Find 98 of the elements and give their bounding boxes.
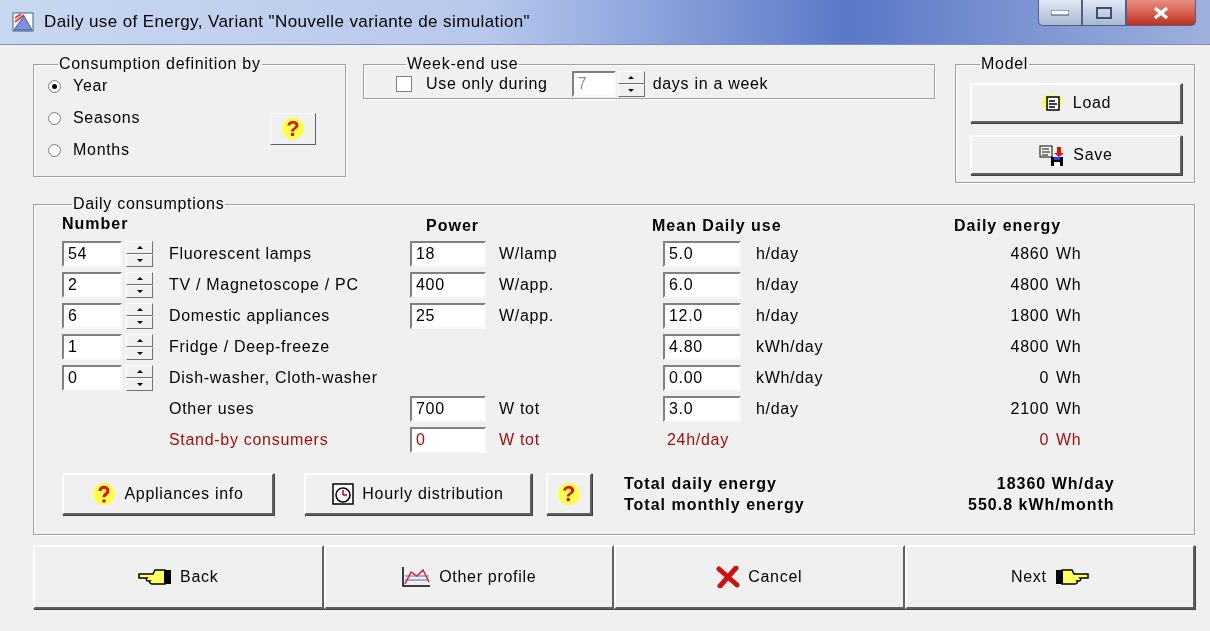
- column-header: Number: [62, 215, 129, 233]
- total-value: 550.8 kWh/month: [968, 495, 1115, 515]
- column-header: Mean Daily use: [652, 216, 782, 235]
- maximize-icon: [1096, 6, 1112, 19]
- hourly-button[interactable]: Hourly distribution: [304, 473, 532, 515]
- load-button[interactable]: Load: [970, 83, 1182, 123]
- unit-label: Wh: [1055, 245, 1083, 263]
- appliance-label: Fluorescent lamps: [169, 245, 313, 263]
- usage-field[interactable]: 6.0: [663, 272, 741, 298]
- spinner-control[interactable]: [126, 303, 153, 329]
- unit-label: Wh: [1055, 276, 1083, 294]
- number-field[interactable]: 6: [62, 303, 122, 329]
- group-label: Consumption definition by: [58, 55, 262, 73]
- unit-label: h/day: [756, 307, 800, 325]
- energy-value: 2100: [1009, 400, 1049, 418]
- power-field[interactable]: 400: [410, 272, 486, 298]
- appliance-label: Other uses: [169, 400, 256, 418]
- column-header: Daily energy: [954, 216, 1062, 235]
- appliance-label: TV / Magnetoscope / PC: [169, 276, 360, 294]
- total-value: 18360 Wh/day: [995, 474, 1115, 494]
- next-button[interactable]: Next: [904, 545, 1195, 609]
- usage-field[interactable]: 0.00: [663, 365, 741, 391]
- cancel-button[interactable]: Cancel: [614, 545, 905, 609]
- unit-label: kWh/day: [756, 369, 825, 387]
- energy-value: 1800: [1009, 307, 1049, 325]
- minimize-button[interactable]: [1038, 0, 1082, 26]
- power-field[interactable]: 0: [410, 427, 486, 453]
- group-label: Daily consumptions: [72, 195, 226, 213]
- usage-field[interactable]: 3.0: [663, 396, 741, 422]
- power-field[interactable]: 18: [410, 241, 486, 267]
- maximize-button[interactable]: [1082, 0, 1126, 26]
- spinner-control[interactable]: [617, 70, 645, 97]
- minimize-icon: [1051, 9, 1069, 16]
- clock-icon: [332, 483, 355, 505]
- power-field[interactable]: 700: [410, 396, 486, 422]
- unit-label: W/app.: [499, 276, 555, 294]
- total-label: Total monthly energy: [624, 495, 806, 515]
- appliance-label: Stand-by consumers: [169, 431, 330, 449]
- chart-icon: [401, 566, 432, 588]
- radio-option[interactable]: Seasons: [48, 109, 248, 127]
- spinner-control[interactable]: [126, 272, 153, 298]
- unit-label: Wh: [1055, 431, 1083, 449]
- appliance-label: Domestic appliances: [169, 307, 331, 325]
- number-field[interactable]: 2: [62, 272, 122, 298]
- usage-field[interactable]: 4.80: [663, 334, 741, 360]
- energy-value: 4860: [1009, 245, 1049, 263]
- unit-label: h/day: [756, 276, 800, 294]
- back-button[interactable]: Back: [33, 545, 324, 609]
- close-button[interactable]: [1126, 0, 1196, 26]
- radio-option[interactable]: Months: [48, 141, 248, 159]
- close-icon: [1152, 5, 1170, 20]
- hand-pointing-left-icon: [138, 568, 173, 586]
- radio-option[interactable]: Year: [48, 77, 248, 95]
- energy-value: 4800: [1009, 338, 1049, 356]
- info-button[interactable]: Appliances info: [62, 473, 274, 515]
- energy-value: 0: [1038, 369, 1049, 387]
- question-icon: [92, 482, 117, 506]
- unit-label: W/app.: [499, 307, 555, 325]
- unit-label: h/day: [756, 245, 800, 263]
- cross-icon: [716, 566, 741, 588]
- number-field[interactable]: 54: [62, 241, 122, 267]
- spinner-control[interactable]: [126, 241, 153, 267]
- group-label: Week-end use: [406, 55, 520, 73]
- group-label: Model: [980, 55, 1030, 73]
- number-field[interactable]: 0: [62, 365, 122, 391]
- document-disk-icon: [1039, 144, 1066, 166]
- unit-label: W tot: [499, 431, 541, 449]
- column-header: Power: [426, 216, 479, 235]
- field-label: days in a week: [652, 74, 769, 93]
- unit-label: Wh: [1055, 338, 1083, 356]
- energy-value: 4800: [1009, 276, 1049, 294]
- save-button[interactable]: Save: [970, 135, 1182, 175]
- usage-field[interactable]: 12.0: [663, 303, 741, 329]
- total-label: Total daily energy: [624, 474, 778, 494]
- app-icon: [12, 12, 34, 32]
- unit-label: W tot: [499, 400, 541, 418]
- unit-label: kWh/day: [756, 338, 825, 356]
- document-icon: [1040, 92, 1065, 114]
- unit-label: Wh: [1055, 369, 1083, 387]
- unit-label: Wh: [1055, 307, 1083, 325]
- spinner-control[interactable]: [126, 365, 153, 391]
- window-title: Daily use of Energy, Variant "Nouvelle variante de simulation": [44, 12, 531, 32]
- help-button[interactable]: ?: [270, 113, 316, 145]
- unit-label: W/lamp: [499, 245, 559, 263]
- appliance-label: Fridge / Deep-freeze: [169, 338, 331, 356]
- energy-value: 0: [1038, 431, 1049, 449]
- usage-field[interactable]: 5.0: [663, 241, 741, 267]
- number-field[interactable]: 1: [62, 334, 122, 360]
- power-field[interactable]: 25: [410, 303, 486, 329]
- checkbox[interactable]: Use only during: [396, 74, 548, 93]
- unit-label: h/day: [756, 400, 800, 418]
- usage-label: 24h/day: [666, 431, 730, 449]
- unit-label: Wh: [1055, 400, 1083, 418]
- hand-pointing-right-icon: [1054, 568, 1089, 586]
- help-button[interactable]: ?: [546, 473, 592, 515]
- profile-button[interactable]: Other profile: [323, 545, 614, 609]
- appliance-label: Dish-washer, Cloth-washer: [169, 369, 379, 387]
- spinner-control[interactable]: [126, 334, 153, 360]
